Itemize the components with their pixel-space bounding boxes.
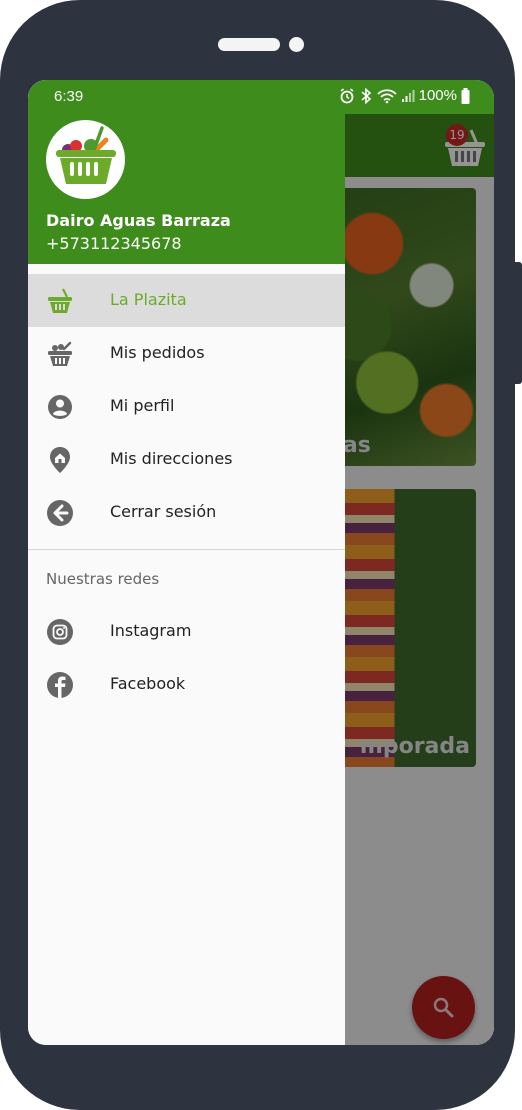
menu-item-label: Mis pedidos: [110, 343, 205, 362]
social-menu: Instagram Facebook: [28, 605, 345, 711]
battery-icon: [461, 87, 470, 104]
grocery-basket-icon: [48, 341, 72, 366]
basket-logo-icon: [56, 126, 116, 184]
menu-item-mis-direcciones[interactable]: Mis direcciones: [28, 433, 345, 486]
menu-item-mis-pedidos[interactable]: Mis pedidos: [28, 327, 345, 380]
phone-camera: [289, 37, 304, 52]
facebook-icon: [47, 672, 73, 698]
drawer-menu: La Plazita Mis pedidos Mi perfil Mis dir…: [28, 274, 345, 539]
menu-item-label: La Plazita: [110, 290, 187, 309]
section-title-redes: Nuestras redes: [46, 570, 160, 588]
battery-percent: 100%: [418, 87, 457, 104]
menu-item-label: Instagram: [110, 621, 192, 640]
phone-side-button: [514, 262, 522, 384]
menu-item-label: Mis direcciones: [110, 449, 233, 468]
alarm-icon: [340, 87, 354, 103]
account-circle-icon: [48, 395, 72, 419]
status-bar: 6:39 100%: [28, 80, 494, 114]
menu-item-cerrar-sesion[interactable]: Cerrar sesión: [28, 486, 345, 539]
menu-item-label: Facebook: [110, 674, 186, 693]
user-phone: +573112345678: [46, 234, 182, 253]
menu-item-facebook[interactable]: Facebook: [28, 658, 345, 711]
phone-mockup: 19 ras mporada Dairo Aguas Barraza +5731…: [0, 0, 522, 1110]
menu-item-instagram[interactable]: Instagram: [28, 605, 345, 658]
instagram-icon: [47, 619, 73, 645]
menu-item-mi-perfil[interactable]: Mi perfil: [28, 380, 345, 433]
menu-item-la-plazita[interactable]: La Plazita: [28, 274, 345, 327]
basket-icon: [48, 288, 72, 313]
menu-item-label: Mi perfil: [110, 396, 175, 415]
phone-speaker: [218, 38, 280, 51]
drawer-divider: [28, 549, 345, 550]
app-logo: [46, 120, 125, 199]
status-time: 6:39: [54, 88, 84, 105]
status-icons: 100%: [339, 87, 470, 104]
menu-item-label: Cerrar sesión: [110, 502, 217, 521]
signal-icon: [401, 89, 415, 102]
screen: 19 ras mporada Dairo Aguas Barraza +5731…: [28, 80, 494, 1045]
wifi-icon: [376, 88, 397, 103]
home-location-pin-icon: [50, 447, 70, 473]
user-name: Dairo Aguas Barraza: [46, 211, 231, 230]
drawer-header: Dairo Aguas Barraza +573112345678: [28, 114, 345, 264]
bluetooth-icon: [361, 87, 371, 104]
logout-arrow-icon: [47, 500, 73, 526]
navigation-drawer: Dairo Aguas Barraza +573112345678 La Pla…: [28, 80, 345, 1045]
